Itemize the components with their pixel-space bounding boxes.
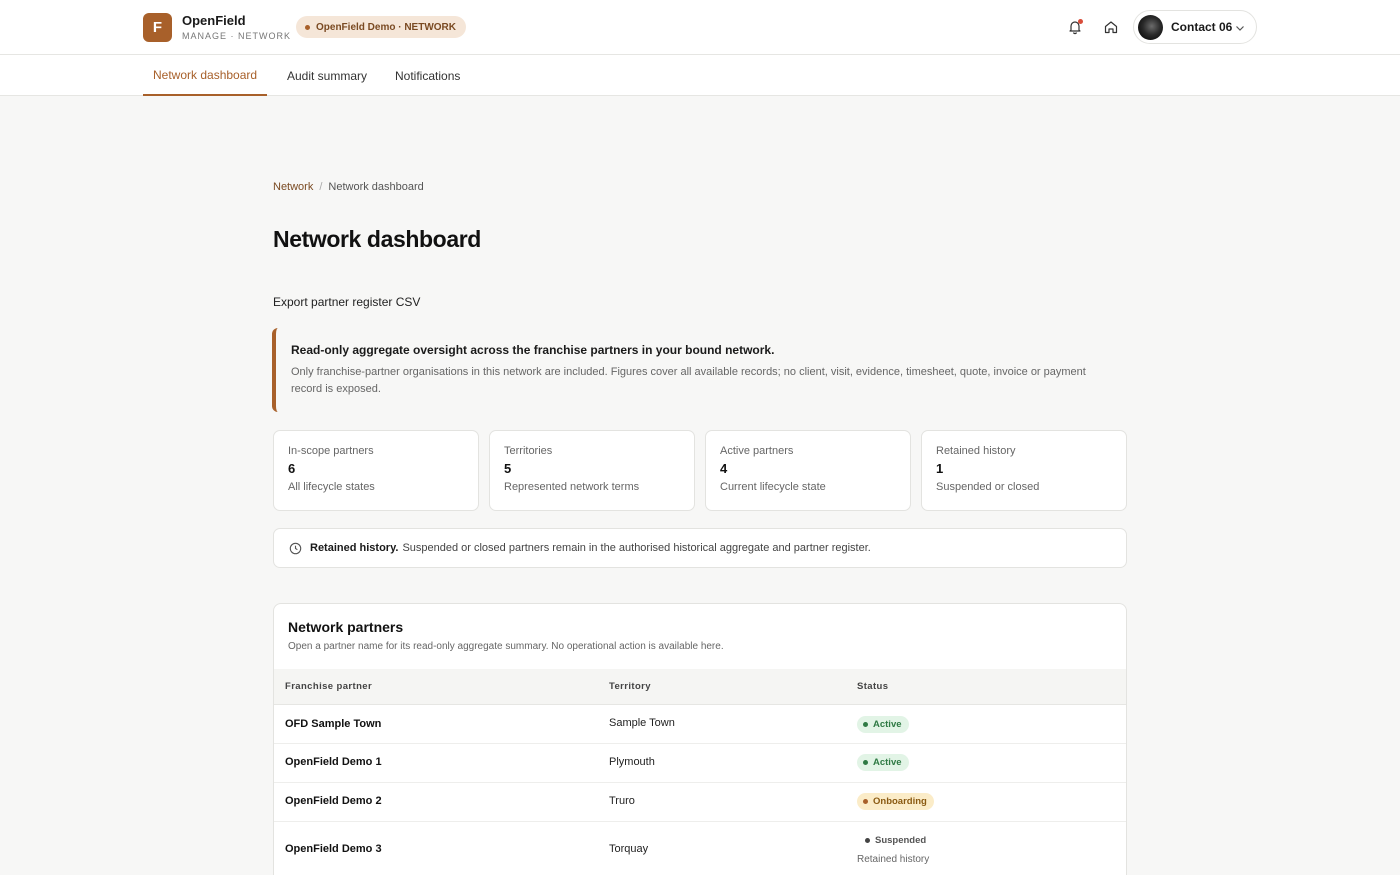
callout-title: Read-only aggregate oversight across the… <box>291 343 775 357</box>
retained-history-label: Retained history <box>857 854 930 865</box>
note-text: Suspended or closed partners remain in t… <box>402 542 871 554</box>
stat-value: 1 <box>936 461 944 476</box>
info-callout: Read-only aggregate oversight across the… <box>272 328 1127 412</box>
stat-value: 5 <box>504 461 512 476</box>
stat-value: 6 <box>288 461 296 476</box>
partner-territory: Torquay <box>609 843 649 855</box>
status-label: Active <box>873 757 902 768</box>
notification-indicator <box>1078 19 1083 24</box>
callout-body: Only franchise-partner organisations in … <box>291 366 1086 395</box>
column-header-partner: Franchise partner <box>285 681 373 692</box>
partner-name-link[interactable]: OpenField Demo 1 <box>285 756 382 768</box>
stat-label: In-scope partners <box>288 445 374 457</box>
partner-name-link[interactable]: OpenField Demo 3 <box>285 843 382 855</box>
note-bold: Retained history. <box>310 542 399 554</box>
retained-history-note: Retained history. Suspended or closed pa… <box>273 528 1127 568</box>
breadcrumb-current: Network dashboard <box>328 181 424 193</box>
export-csv-link[interactable]: Export partner register CSV <box>273 295 420 309</box>
notifications-button[interactable] <box>1064 16 1086 38</box>
stat-sub: All lifecycle states <box>288 481 375 493</box>
stat-card-in-scope-partners: In-scope partners 6 All lifecycle states <box>273 430 479 511</box>
stat-label: Retained history <box>936 445 1016 457</box>
stat-card-retained-history: Retained history 1 Suspended or closed <box>921 430 1127 511</box>
status-label: Suspended <box>875 835 927 846</box>
network-partners-card: Network partners Open a partner name for… <box>273 603 1127 875</box>
status-badge: Suspended <box>857 832 933 849</box>
partner-territory: Sample Town <box>609 717 675 729</box>
breadcrumb-network[interactable]: Network <box>273 181 313 193</box>
stat-sub: Represented network terms <box>504 481 640 493</box>
tab-bar: Network dashboard Audit summary Notifica… <box>0 55 1400 96</box>
brand-name: OpenField <box>182 13 246 28</box>
partner-territory: Truro <box>609 795 635 807</box>
table-row: OFD Sample Town Sample Town Active <box>274 705 1126 744</box>
avatar <box>1138 14 1163 40</box>
card-title: Network partners <box>288 619 404 635</box>
column-header-status: Status <box>857 681 889 692</box>
partner-name-link[interactable]: OFD Sample Town <box>285 718 381 730</box>
chevron-down-icon <box>1236 26 1244 31</box>
partner-name-link[interactable]: OpenField Demo 2 <box>285 795 382 807</box>
table-header: Franchise partner Territory Status <box>274 669 1126 705</box>
environment-dot <box>305 24 310 30</box>
stat-label: Territories <box>504 445 553 457</box>
tab-audit-summary[interactable]: Audit summary <box>287 55 367 96</box>
tab-notifications[interactable]: Notifications <box>395 55 460 96</box>
logo-letter: F <box>152 19 163 36</box>
status-badge: Active <box>857 716 909 733</box>
stat-card-territories: Territories 5 Represented network terms <box>489 430 695 511</box>
table-row: OpenField Demo 1 Plymouth Active <box>274 744 1126 783</box>
stat-value: 4 <box>720 461 728 476</box>
stat-sub: Suspended or closed <box>936 481 1040 493</box>
home-button[interactable] <box>1100 16 1122 38</box>
status-badge: Active <box>857 754 909 771</box>
page-title: Network dashboard <box>273 226 481 252</box>
brand-logo[interactable]: F <box>143 13 172 42</box>
column-header-territory: Territory <box>609 681 651 692</box>
user-name: Contact 06 <box>1171 20 1233 34</box>
user-menu-button[interactable]: Contact 06 <box>1133 10 1257 44</box>
status-badge: Onboarding <box>857 793 934 810</box>
stat-card-active-partners: Active partners 4 Current lifecycle stat… <box>705 430 911 511</box>
card-subtitle: Open a partner name for its read-only ag… <box>288 641 724 652</box>
environment-badge: OpenField Demo · NETWORK <box>296 16 466 38</box>
breadcrumb: Network / Network dashboard <box>273 181 424 193</box>
environment-label: OpenField Demo · NETWORK <box>316 21 456 33</box>
brand-subtitle: MANAGE · NETWORK <box>182 31 292 41</box>
tab-network-dashboard[interactable]: Network dashboard <box>143 55 268 96</box>
table-row: OpenField Demo 3 Torquay Suspended Retai… <box>274 822 1126 875</box>
clock-icon <box>289 542 302 554</box>
status-label: Onboarding <box>873 796 927 807</box>
home-icon <box>1104 21 1118 34</box>
table-row: OpenField Demo 2 Truro Onboarding <box>274 783 1126 822</box>
top-header: F OpenField MANAGE · NETWORK OpenField D… <box>0 0 1400 55</box>
stat-label: Active partners <box>720 445 794 457</box>
stat-sub: Current lifecycle state <box>720 481 826 493</box>
status-label: Active <box>873 719 902 730</box>
partner-territory: Plymouth <box>609 756 655 768</box>
